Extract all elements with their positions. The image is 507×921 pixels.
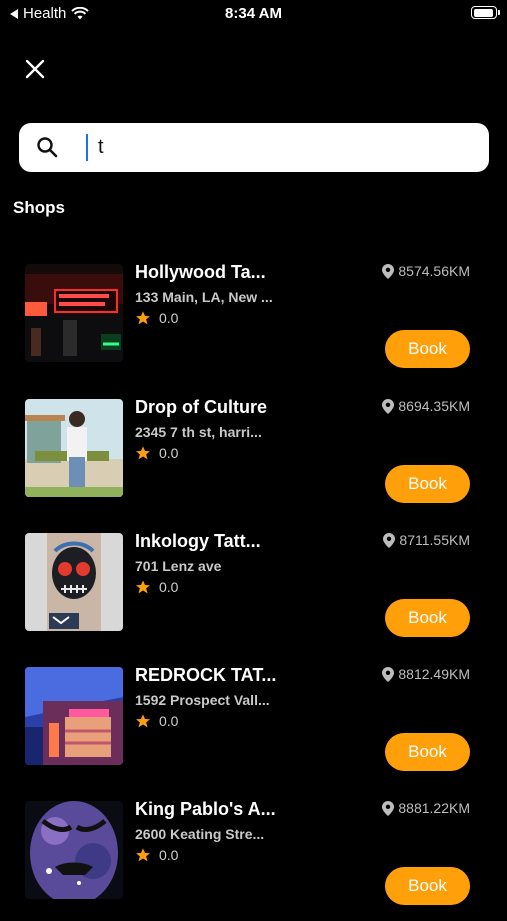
location-pin-icon [382, 800, 395, 816]
rating-value: 0.0 [159, 310, 179, 326]
shop-name: King Pablo's A... [135, 799, 276, 819]
book-button[interactable]: Book [385, 867, 470, 905]
clock: 8:34 AM [225, 5, 282, 22]
star-icon [136, 848, 150, 862]
shop-card[interactable]: Hollywood Ta... 133 Main, LA, New ... 0.… [0, 262, 507, 384]
shop-address: 133 Main, LA, New ... [135, 289, 273, 305]
book-button[interactable]: Book [385, 465, 470, 503]
shop-rating: 0.0 [135, 310, 178, 326]
star-icon [136, 446, 150, 460]
shop-card[interactable]: Drop of Culture 2345 7 th st, harri... 0… [0, 397, 507, 519]
shop-name: REDROCK TAT... [135, 665, 277, 685]
close-icon [25, 59, 45, 79]
shop-distance: 8812.49KM [382, 666, 470, 682]
book-button[interactable]: Book [385, 733, 470, 771]
location-pin-icon [383, 532, 396, 548]
book-button[interactable]: Book [385, 599, 470, 637]
shop-distance: 8574.56KM [382, 263, 470, 279]
shop-rating: 0.0 [135, 579, 178, 595]
location-pin-icon [382, 666, 395, 682]
shop-card[interactable]: REDROCK TAT... 1592 Prospect Vall... 0.0… [0, 665, 507, 787]
shop-image [25, 667, 123, 765]
shop-rating: 0.0 [135, 847, 178, 863]
shop-name: Hollywood Ta... [135, 262, 266, 282]
rating-value: 0.0 [159, 445, 179, 461]
book-button[interactable]: Book [385, 330, 470, 368]
distance-value: 8694.35KM [398, 398, 470, 414]
search-icon [37, 137, 58, 158]
location-pin-icon [382, 263, 395, 279]
star-icon [136, 580, 150, 594]
shop-address: 2600 Keating Stre... [135, 826, 265, 842]
star-icon [136, 311, 150, 325]
rating-value: 0.0 [159, 847, 179, 863]
status-bar: Health 8:34 AM [0, 0, 507, 28]
shop-card[interactable]: Inkology Tatt... 701 Lenz ave 0.0 8711.5… [0, 531, 507, 653]
distance-value: 8711.55KM [399, 532, 470, 548]
shop-address: 701 Lenz ave [135, 558, 222, 574]
shop-image [25, 801, 123, 899]
shop-image [25, 533, 123, 631]
rating-value: 0.0 [159, 713, 179, 729]
distance-value: 8881.22KM [398, 800, 470, 816]
location-pin-icon [382, 398, 395, 414]
shop-distance: 8881.22KM [382, 800, 470, 816]
battery-icon [471, 6, 500, 19]
star-icon [136, 714, 150, 728]
shop-address: 1592 Prospect Vall... [135, 692, 270, 708]
distance-value: 8812.49KM [398, 666, 470, 682]
distance-value: 8574.56KM [398, 263, 470, 279]
shop-card[interactable]: King Pablo's A... 2600 Keating Stre... 0… [0, 799, 507, 921]
section-title: Shops [13, 198, 65, 217]
shop-image [25, 264, 123, 362]
shop-image [25, 399, 123, 497]
shop-name: Inkology Tatt... [135, 531, 261, 551]
close-button[interactable] [22, 56, 48, 82]
shop-rating: 0.0 [135, 445, 178, 461]
rating-value: 0.0 [159, 579, 179, 595]
text-cursor [86, 134, 88, 161]
search-input[interactable]: t [19, 123, 489, 172]
shop-name: Drop of Culture [135, 397, 267, 417]
shop-distance: 8711.55KM [383, 532, 470, 548]
shop-distance: 8694.35KM [382, 398, 470, 414]
shop-rating: 0.0 [135, 713, 178, 729]
search-value[interactable]: t [98, 136, 104, 159]
shop-address: 2345 7 th st, harri... [135, 424, 262, 440]
